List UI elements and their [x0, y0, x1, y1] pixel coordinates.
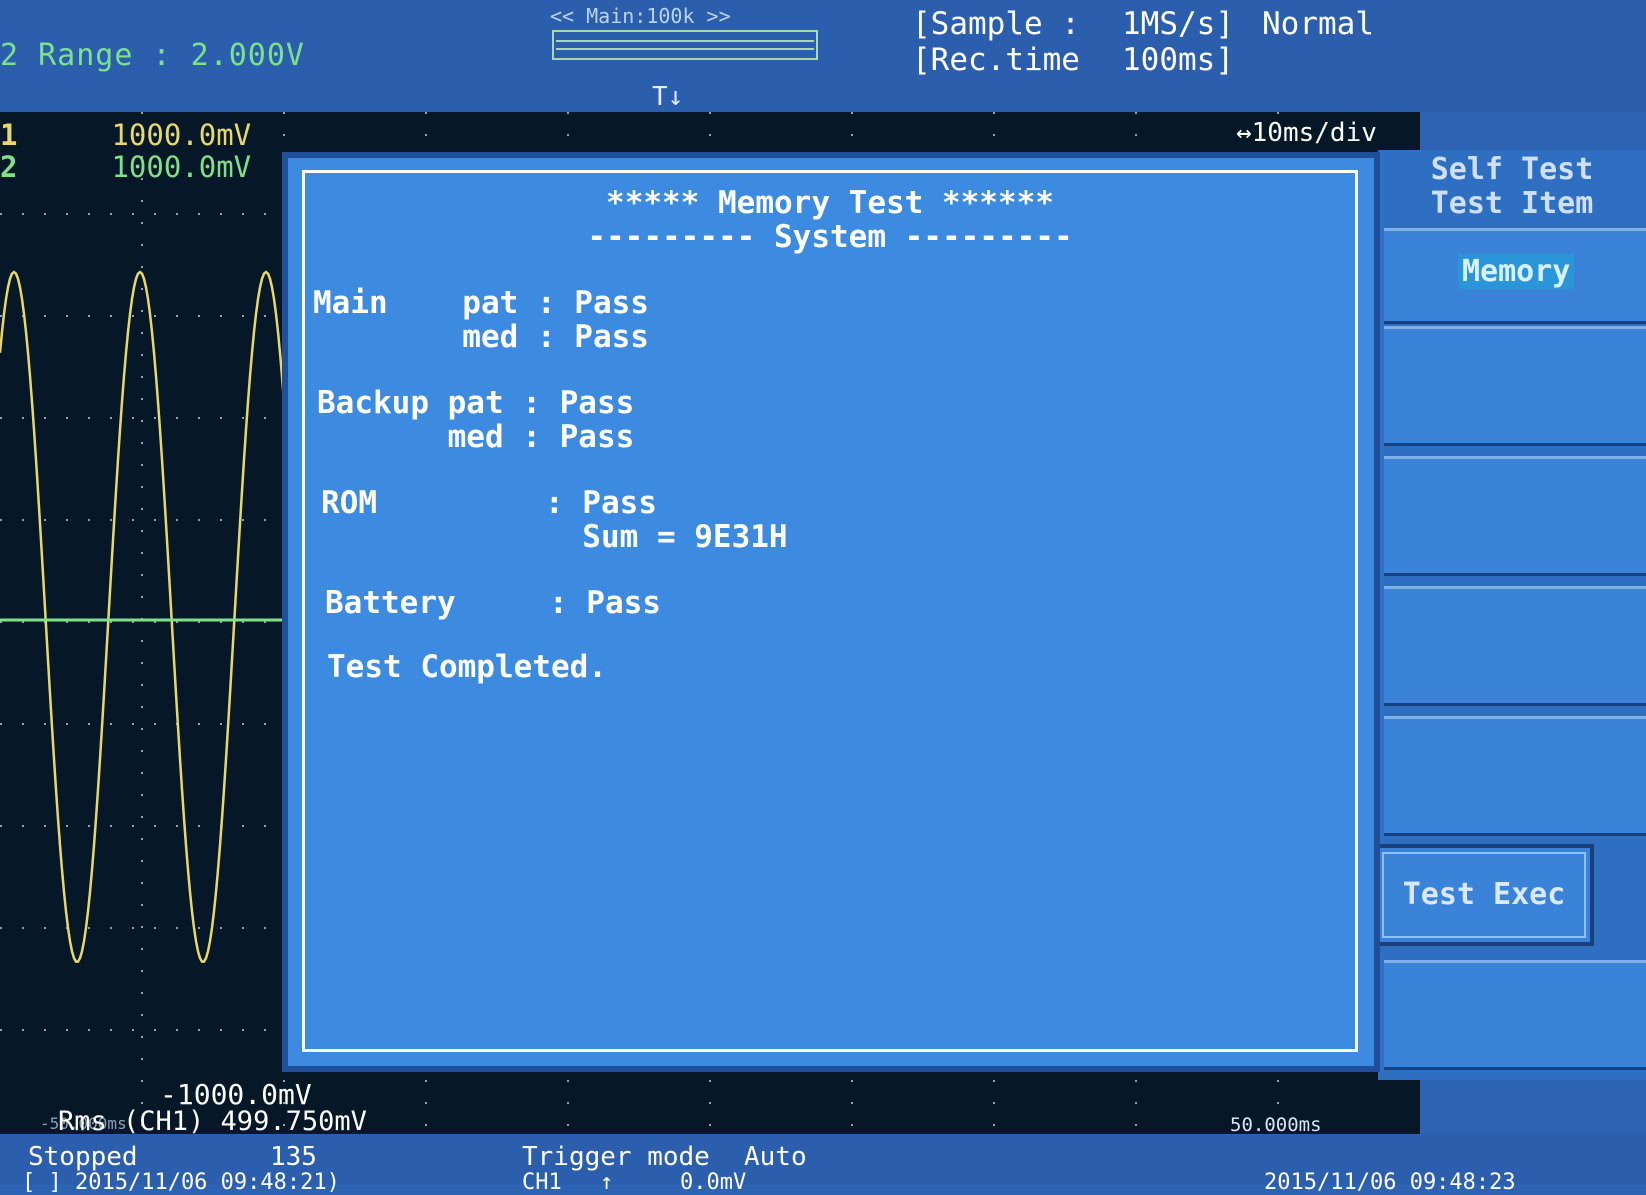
- zoom-position-bar[interactable]: [552, 30, 818, 60]
- menu-title: Self Test: [1430, 152, 1594, 187]
- menu-subtitle: Test Item: [1430, 186, 1594, 221]
- menu-slot-2[interactable]: [1384, 326, 1646, 446]
- menu-slot-5[interactable]: [1384, 716, 1646, 836]
- rom-checksum: Sum = 9E31H: [321, 519, 788, 555]
- sample-label: [Sample :: [912, 6, 1080, 42]
- ch1-waveform: [0, 270, 302, 963]
- main-pat-result: Main pat : Pass: [313, 285, 649, 321]
- menu-item-memory[interactable]: Memory: [1458, 254, 1575, 289]
- rec-time-label: [Rec.time: [912, 42, 1080, 78]
- ch1-scale: 1 1000.0mV: [0, 118, 252, 152]
- sample-rate-value: 1MS/s]: [1122, 6, 1234, 42]
- rec-time-value: 100ms]: [1122, 42, 1234, 78]
- menu-slot-3[interactable]: [1384, 456, 1646, 576]
- trigger-mode-value: Auto: [744, 1142, 807, 1172]
- range-readout: 2 Range : 2.000V: [0, 38, 305, 73]
- dialog-title: ***** Memory Test ******: [606, 185, 1054, 221]
- ch2-scale: 2 1000.0mV: [0, 150, 252, 184]
- start-timestamp: [ ] 2015/11/06 09:48:21): [22, 1170, 340, 1195]
- acquisition-count: 135: [270, 1142, 317, 1172]
- main-zoom-label: << Main:100k >>: [550, 4, 731, 28]
- main-med-result: med : Pass: [313, 319, 649, 355]
- menu-slot-4[interactable]: [1384, 586, 1646, 706]
- end-time-label: 50.000ms: [1230, 1114, 1322, 1136]
- memory-test-dialog: ***** Memory Test ****** --------- Syste…: [282, 152, 1380, 1072]
- sample-mode: Normal: [1262, 6, 1374, 42]
- trigger-level: 0.0mV: [680, 1170, 747, 1195]
- backup-med-result: med : Pass: [317, 419, 635, 455]
- dialog-subtitle: --------- System ---------: [587, 219, 1073, 255]
- trigger-marker-icon: T↓: [652, 82, 684, 112]
- dialog-frame: ***** Memory Test ****** --------- Syste…: [302, 170, 1358, 1052]
- menu-slot-7[interactable]: [1384, 960, 1646, 1070]
- backup-pat-result: Backup pat : Pass: [317, 385, 635, 421]
- test-exec-button[interactable]: Test Exec: [1374, 844, 1594, 946]
- rom-result: ROM : Pass: [321, 485, 657, 521]
- rms-readout: Rms (CH1) 499.750mV: [58, 1106, 367, 1137]
- trigger-slope-icon: ↑: [600, 1170, 614, 1195]
- trigger-mode-label: Trigger mode: [522, 1142, 710, 1172]
- battery-result: Battery : Pass: [325, 585, 661, 621]
- end-timestamp: 2015/11/06 09:48:23: [1264, 1170, 1516, 1195]
- time-per-div-readout: ↔10ms/div: [1236, 118, 1380, 154]
- test-completed-message: Test Completed.: [327, 649, 607, 685]
- acquisition-state: Stopped: [28, 1142, 138, 1172]
- trigger-channel: CH1: [522, 1170, 562, 1195]
